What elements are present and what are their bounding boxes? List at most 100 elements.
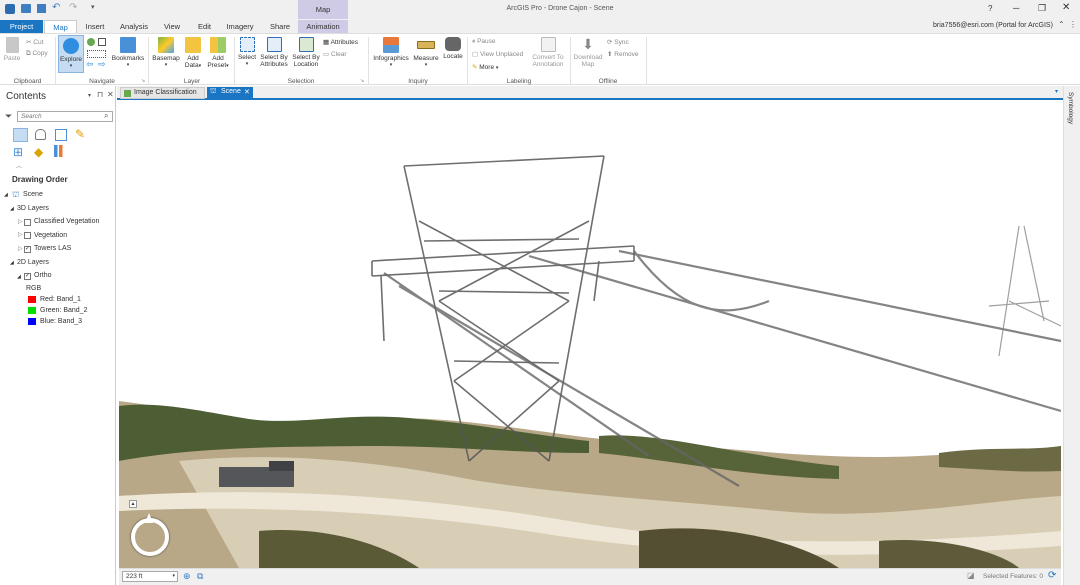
bookmarks-button[interactable]: Bookmarks ▾ [111,37,145,69]
redo-icon[interactable]: ↷ [69,2,77,13]
collapse-ribbon-icon[interactable]: ⌃ [1058,20,1065,29]
expand-arrow-icon[interactable]: ◢ [10,206,14,212]
pin-icon[interactable]: ⊓ [97,90,103,99]
nav-options-icon[interactable]: ⧉ [197,571,203,582]
expand-arrow-icon[interactable]: ◢ [4,192,8,198]
download-map-button[interactable]: ⬇ Download Map [572,36,604,69]
cut-button[interactable]: ✂ Cut [26,38,43,46]
pane-menu-icon[interactable]: ▾ [88,92,91,99]
filter-icon[interactable]: ⏷ [5,111,12,122]
select-by-attributes-button[interactable]: Select By Attributes [258,37,290,68]
tab-image-classification[interactable]: Image Classification [120,87,205,99]
tree-item-classified-vegetation[interactable]: Classified Vegetation [34,218,99,225]
customize-icon[interactable]: ▾ [91,3,95,11]
tab-imagery[interactable]: Imagery [222,20,258,33]
expand-arrow-icon[interactable]: ◢ [10,260,14,266]
tree-item-vegetation[interactable]: Vegetation [34,232,67,239]
add-data-button[interactable]: Add Data▾ [182,37,204,70]
navigator-collapse-icon[interactable]: ▲ [129,500,137,508]
close-pane-icon[interactable]: ✕ [107,90,114,99]
open-icon[interactable] [21,4,31,13]
close-button[interactable]: ✕ [1062,2,1070,13]
tab-view[interactable]: View [158,20,186,33]
list-by-editing-icon[interactable]: ✎ [75,127,85,141]
navigator-control[interactable] [131,518,169,556]
minimize-button[interactable]: ─ [1013,3,1019,13]
select-by-location-button[interactable]: Select By Location [290,37,322,68]
tab-analysis[interactable]: Analysis [115,20,153,33]
user-account[interactable]: bria7556@esri.com (Portal for ArcGIS) [933,22,1053,29]
expand-arrow-icon[interactable]: ◢ [17,274,21,280]
help-button[interactable]: ? [988,4,992,13]
layer-visibility-checkbox[interactable] [24,232,31,239]
list-by-labeling-icon[interactable]: ◆ [34,145,43,159]
scene-view[interactable]: ▲ [119,101,1061,568]
layer-visibility-checkbox-checked[interactable]: ✓ [24,273,31,280]
attributes-button[interactable]: ▦ Attributes [323,38,358,46]
list-by-drawing-order-icon[interactable] [13,128,28,142]
collapse-icon[interactable]: ︿ [16,161,22,170]
download-icon: ⬇ [582,36,594,52]
search-input[interactable] [17,111,113,122]
scale-selector[interactable]: 223 ft ▾ [122,571,178,582]
tab-insert[interactable]: Insert [79,20,111,33]
copy-button[interactable]: ⧉ Copy [26,50,48,58]
measure-button[interactable]: Measure ▾ [412,37,440,69]
fixed-zoom-icon[interactable] [98,38,106,46]
pause-button[interactable]: ⏸ Pause [472,38,496,46]
tab-edit[interactable]: Edit [192,20,217,33]
tree-item-towers-las[interactable]: Towers LAS [34,245,71,252]
paste-button[interactable]: Paste [2,37,22,62]
remove-button[interactable]: ⬆ Remove [607,50,638,58]
undo-icon[interactable]: ↶ [52,2,60,13]
add-preset-button[interactable]: Add Preset▾ [205,37,231,70]
tab-animation[interactable]: Animation [298,20,348,33]
tab-project[interactable]: Project [0,20,43,33]
dialog-launcher-icon[interactable]: ↘ [141,78,145,84]
tab-map[interactable]: Map [44,20,77,33]
locate-button[interactable]: Locate [441,37,465,60]
more-button[interactable]: ✎ More ▾ [472,63,498,71]
select-button[interactable]: Select ▾ [236,37,258,68]
full-extent-icon[interactable] [87,38,95,46]
ribbon-tabs: Project Map Insert Analysis View Edit Im… [0,19,1080,33]
list-by-snapping-icon[interactable]: ⊞ [13,145,23,159]
notifications-icon[interactable]: ⋮ [1069,20,1077,29]
list-by-selection-icon[interactable] [55,129,67,141]
close-tab-icon[interactable]: ✕ [244,88,250,96]
infographics-button[interactable]: Infographics ▾ [371,37,411,69]
pause-drawing-icon[interactable]: ◪ [967,571,975,580]
tab-share[interactable]: Share [264,20,296,33]
clear-button[interactable]: ▭ Clear [323,50,347,58]
tab-scene[interactable]: ⛫ Scene ✕ [207,87,253,99]
sync-button[interactable]: ⟳ Sync [607,38,629,46]
explore-button[interactable]: Explore ▾ [58,35,84,73]
basemap-button[interactable]: Basemap ▾ [152,37,180,69]
tree-item-3d-layers[interactable]: 3D Layers [17,205,49,212]
expand-arrow-icon[interactable]: ▷ [18,245,23,252]
list-by-source-icon[interactable] [35,129,46,140]
tab-overflow-icon[interactable]: ▾ [1055,88,1058,95]
layer-visibility-checkbox[interactable] [24,219,31,226]
expand-arrow-icon[interactable]: ▷ [18,231,23,238]
forward-arrow-icon[interactable]: ⇨ [98,59,106,70]
map-icon [124,90,131,97]
zoom-grid-icon[interactable] [87,50,106,58]
coordinate-system-icon[interactable]: ⊕ [183,571,191,582]
layer-visibility-checkbox-checked[interactable]: ✓ [24,246,31,253]
tree-item-ortho[interactable]: Ortho [34,272,52,279]
view-unplaced-icon: ▢ [472,51,480,58]
restore-button[interactable]: ❐ [1038,3,1046,14]
back-arrow-icon[interactable]: ⇦ [86,59,94,70]
view-unplaced-button[interactable]: ▢ View Unplaced [472,50,523,58]
tree-item-scene[interactable]: Scene [23,191,43,198]
save-icon[interactable] [37,4,46,13]
list-by-charts-icon[interactable] [54,145,66,157]
dialog-launcher-icon[interactable]: ↘ [360,78,364,84]
refresh-icon[interactable]: ⟳ [1048,570,1056,581]
expand-arrow-icon[interactable]: ▷ [18,218,23,225]
convert-to-annotation-button[interactable]: Convert To Annotation [528,37,568,68]
add-data-icon [185,37,201,53]
symbology-tab[interactable]: Symbology [1067,92,1074,124]
tree-item-2d-layers[interactable]: 2D Layers [17,259,49,266]
